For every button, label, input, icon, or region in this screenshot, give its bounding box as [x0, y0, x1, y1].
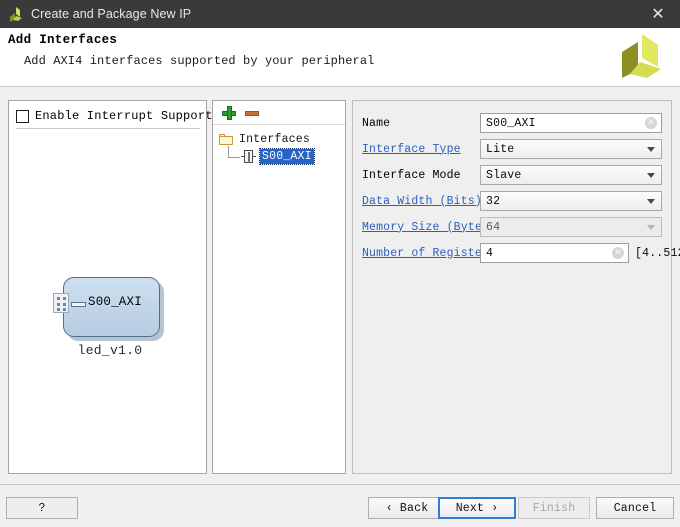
page-subtitle: Add AXI4 interfaces supported by your pe… [24, 54, 375, 68]
name-control: S00_AXI ✕ [480, 113, 662, 133]
data-width-label[interactable]: Data Width (Bits) [362, 195, 482, 208]
interface-mode-control: Slave [480, 165, 662, 185]
page-title: Add Interfaces [8, 33, 118, 47]
interface-type-select[interactable]: Lite [480, 139, 662, 159]
enable-interrupt-support-label: Enable Interrupt Support [35, 109, 213, 123]
clear-icon[interactable]: ✕ [645, 117, 657, 129]
main-content: Enable Interrupt Support S00_AXI led_v1.… [0, 87, 680, 484]
ip-block-caption: led_v1.0 [77, 343, 143, 358]
finish-button: Finish [518, 497, 590, 519]
create-package-new-ip-dialog: Create and Package New IP ✕ Add Interfac… [0, 0, 680, 527]
interrupt-and-preview-pane: Enable Interrupt Support S00_AXI led_v1.… [8, 100, 212, 474]
checkbox-box[interactable] [16, 109, 29, 123]
chevron-down-icon[interactable] [647, 199, 655, 204]
add-interface-icon[interactable] [222, 106, 236, 120]
memory-size-control: 64 [480, 217, 662, 237]
memory-size-select: 64 [480, 217, 662, 237]
tree-item-s00-axi[interactable]: S00_AXI [227, 145, 315, 165]
name-input[interactable]: S00_AXI [480, 113, 662, 133]
field-row-data-width: Data Width (Bits) 32 [362, 191, 662, 211]
remove-interface-icon[interactable] [245, 106, 259, 120]
memory-size-value: 64 [486, 220, 501, 234]
wizard-header: Add Interfaces Add AXI4 interfaces suppo… [0, 28, 680, 86]
data-width-select[interactable]: 32 [480, 191, 662, 211]
enable-interrupt-support-checkbox[interactable]: Enable Interrupt Support [16, 109, 213, 123]
number-of-registers-value: 4 [486, 246, 494, 260]
data-width-value: 32 [486, 194, 501, 208]
ip-block-preview: S00_AXI led_v1.0 [45, 271, 175, 358]
interface-mode-label: Interface Mode [362, 168, 461, 182]
chevron-down-icon[interactable] [647, 147, 655, 152]
field-row-memory-size: Memory Size (Bytes) 64 [362, 217, 662, 237]
name-value: S00_AXI [486, 116, 536, 130]
cancel-button[interactable]: Cancel [596, 497, 674, 519]
close-icon[interactable]: ✕ [636, 0, 680, 28]
tree-toolbar [213, 101, 345, 125]
chevron-down-icon [647, 225, 655, 230]
interface-mode-select[interactable]: Slave [480, 165, 662, 185]
vivado-logo-icon [614, 32, 668, 82]
tree-node-interfaces[interactable]: Interfaces [219, 133, 310, 146]
interface-type-label[interactable]: Interface Type [362, 143, 480, 156]
number-of-registers-control: 4 ✕ [480, 243, 629, 263]
window-title: Create and Package New IP [31, 7, 192, 21]
field-row-name: Name S00_AXI ✕ [362, 113, 662, 133]
folder-icon [219, 134, 233, 145]
memory-size-label[interactable]: Memory Size (Bytes) [362, 221, 496, 234]
bus-interface-icon [241, 150, 256, 163]
chevron-down-icon[interactable] [647, 173, 655, 178]
interface-type-value: Lite [486, 142, 515, 156]
ip-block-pin-pad [53, 293, 69, 313]
xilinx-logo-icon [5, 3, 27, 25]
ip-block-port-connector-icon [71, 302, 86, 307]
interface-properties-form: Name S00_AXI ✕ Interface Type Lite Inter… [353, 101, 680, 473]
field-row-interface-type: Interface Type Lite [362, 139, 662, 159]
back-button[interactable]: ‹ Back [368, 497, 446, 519]
data-width-control: 32 [480, 191, 662, 211]
interfaces-tree-pane: Interfaces S00_AXI [212, 100, 346, 474]
interface-properties-pane: Name S00_AXI ✕ Interface Type Lite Inter… [352, 100, 680, 474]
field-row-interface-mode: Interface Mode Slave [362, 165, 662, 185]
dialog-footer: ? ‹ Back Next › Finish Cancel [0, 485, 680, 527]
clear-icon[interactable]: ✕ [612, 247, 624, 259]
ip-block-port-label: S00_AXI [88, 295, 142, 309]
title-bar: Create and Package New IP ✕ [0, 0, 680, 28]
number-of-registers-label[interactable]: Number of Registers [362, 247, 496, 260]
tree-node-interfaces-label: Interfaces [239, 133, 311, 146]
name-label: Name [362, 116, 391, 130]
help-button[interactable]: ? [6, 497, 78, 519]
number-of-registers-input[interactable]: 4 [480, 243, 629, 263]
number-of-registers-range: [4..512] [635, 246, 680, 260]
tree-elbow-icon [227, 145, 241, 164]
tree-item-s00-axi-label: S00_AXI [259, 148, 315, 165]
interface-mode-value: Slave [486, 168, 522, 182]
field-row-number-of-registers: Number of Registers 4 ✕ [4..512] [362, 243, 680, 263]
interface-type-control: Lite [480, 139, 662, 159]
next-button[interactable]: Next › [438, 497, 516, 519]
checkbox-divider [16, 128, 200, 129]
